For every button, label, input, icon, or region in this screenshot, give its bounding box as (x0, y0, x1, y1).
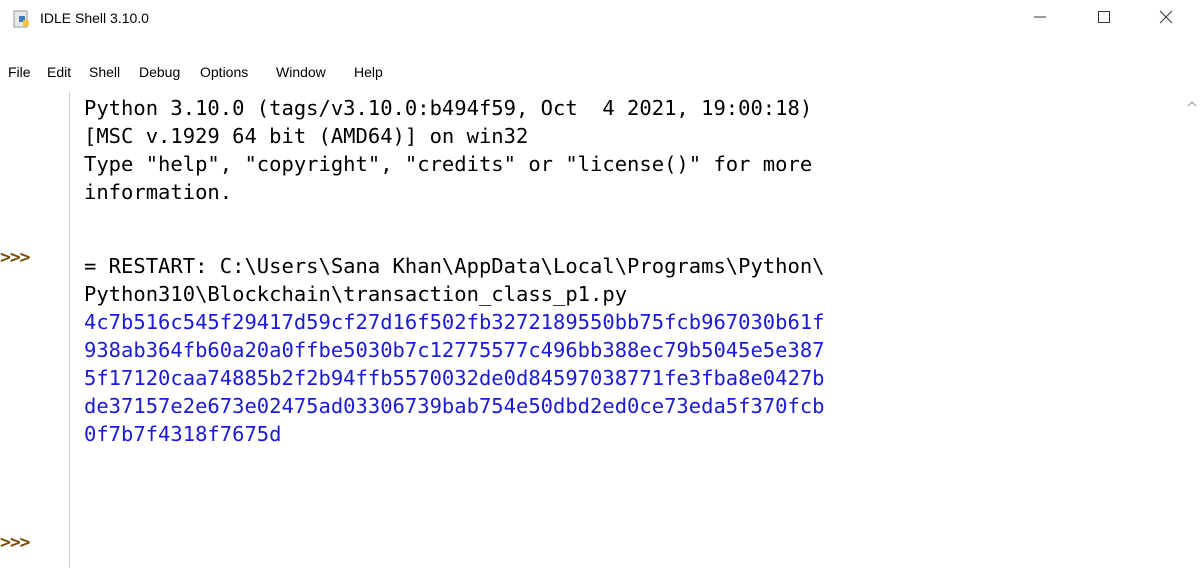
minimize-button[interactable] (1017, 0, 1063, 38)
shell-prompt: >>> (0, 247, 30, 268)
output-line: 0f7b7f4318f7675d (84, 422, 282, 446)
title-bar: IDLE Shell 3.10.0 (0, 0, 1203, 38)
close-icon (1159, 10, 1173, 29)
output-line: 938ab364fb60a20a0ffbe5030b7c12775577c496… (84, 338, 825, 362)
scroll-up-button[interactable] (1181, 92, 1203, 114)
menu-edit[interactable]: Edit (47, 64, 71, 80)
output-line: 4c7b516c545f29417d59cf27d16f502fb3272189… (84, 310, 825, 334)
prompt-gutter: >>> >>> (0, 92, 69, 568)
close-button[interactable] (1143, 0, 1189, 38)
maximize-icon (1098, 10, 1110, 28)
menu-help[interactable]: Help (354, 64, 383, 80)
output-line: de37157e2e673e02475ad03306739bab754e50db… (84, 394, 825, 418)
banner-line: [MSC v.1929 64 bit (AMD64)] on win32 (84, 124, 529, 148)
vertical-scrollbar[interactable] (1181, 92, 1203, 568)
menu-file[interactable]: File (8, 64, 31, 80)
menu-options[interactable]: Options (200, 64, 248, 80)
menu-shell[interactable]: Shell (89, 64, 120, 80)
banner-line: Type "help", "copyright", "credits" or "… (84, 152, 813, 176)
shell-prompt: >>> (0, 532, 30, 553)
menu-bar: File Edit Shell Debug Options Window Hel… (0, 59, 1203, 87)
python-idle-icon (12, 9, 32, 29)
minimize-icon (1034, 10, 1046, 28)
banner-line: information. (84, 180, 233, 204)
shell-text-area[interactable]: Python 3.10.0 (tags/v3.10.0:b494f59, Oct… (70, 92, 1180, 568)
chevron-up-icon (1187, 94, 1197, 112)
banner-line: Python 3.10.0 (tags/v3.10.0:b494f59, Oct… (84, 96, 813, 120)
menu-window[interactable]: Window (276, 64, 326, 80)
output-line: 5f17120caa74885b2f2b94ffb5570032de0d8459… (84, 366, 825, 390)
maximize-button[interactable] (1081, 0, 1127, 38)
menu-debug[interactable]: Debug (139, 64, 180, 80)
restart-line: Python310\Blockchain\transaction_class_p… (84, 282, 628, 306)
restart-line: = RESTART: C:\Users\Sana Khan\AppData\Lo… (84, 254, 825, 278)
window-title: IDLE Shell 3.10.0 (40, 10, 149, 26)
